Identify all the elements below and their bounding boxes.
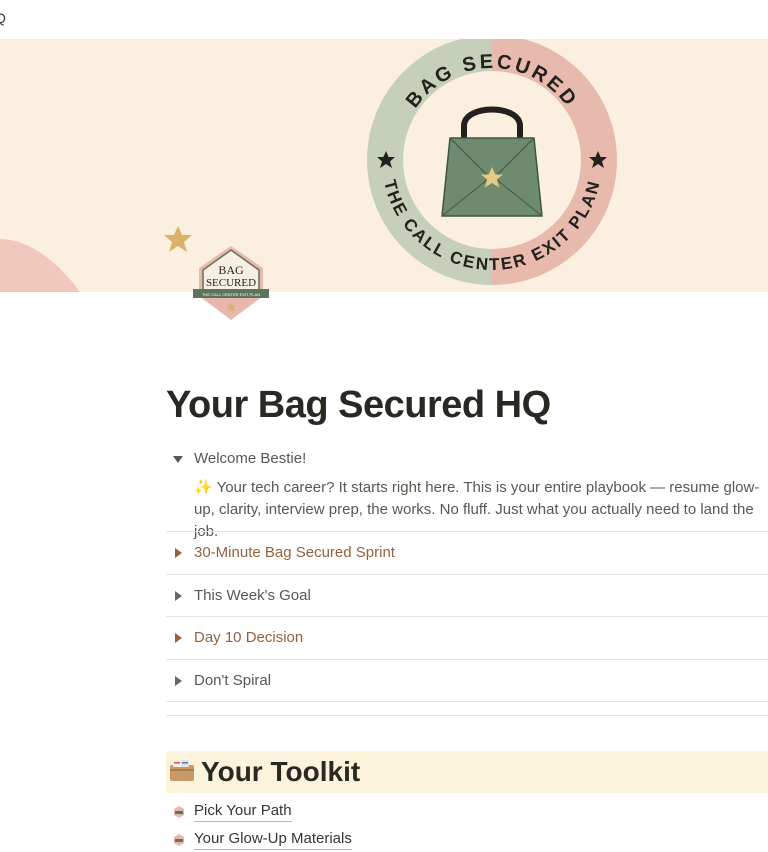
toggle-closed-triangle-icon[interactable] xyxy=(172,585,184,607)
window-top-strip: Q xyxy=(0,0,768,39)
cover-star-icon xyxy=(164,226,192,252)
page-link-icon xyxy=(174,834,184,846)
toggle-weekly-goal[interactable]: This Week's Goal xyxy=(166,585,768,609)
page-link-pick-your-path[interactable]: Pick Your Path xyxy=(166,800,768,824)
toggle-closed-triangle-icon[interactable] xyxy=(172,670,184,692)
divider xyxy=(166,531,768,532)
divider xyxy=(166,715,768,716)
cover-artwork: BAG SECURED THE CALL CENTER EXIT PLAN xyxy=(0,39,617,292)
page-link-glow-up-materials[interactable]: Your Glow-Up Materials xyxy=(166,828,768,852)
cover-image[interactable]: BAG SECURED THE CALL CENTER EXIT PLAN xyxy=(0,39,768,292)
welcome-text: ✨ Your tech career? It starts right here… xyxy=(194,479,760,540)
toggle-open-triangle-icon[interactable] xyxy=(172,448,184,470)
page-icon[interactable]: BAG SECURED THE CALL CENTER EXIT PLAN xyxy=(191,244,271,324)
toggle-weekly-goal-label: This Week's Goal xyxy=(194,587,311,604)
truncated-title-text: Q xyxy=(0,10,6,26)
toggle-dont-spiral[interactable]: Don't Spiral xyxy=(166,670,768,694)
page-link-icon xyxy=(174,806,184,818)
toggle-welcome-label: Welcome Bestie! xyxy=(194,450,307,467)
page-icon-line2: SECURED xyxy=(206,277,256,289)
toolkit-heading: Your Toolkit xyxy=(201,756,361,787)
cover-blob xyxy=(0,239,80,292)
page-icon-line3: THE CALL CENTER EXIT PLAN xyxy=(202,292,260,297)
divider xyxy=(166,616,768,617)
divider xyxy=(166,659,768,660)
divider xyxy=(166,574,768,575)
divider xyxy=(166,701,768,702)
page-icon-line1: BAG xyxy=(218,263,244,277)
toolkit-heading-block[interactable]: Your Toolkit xyxy=(166,751,768,793)
toggle-closed-triangle-icon[interactable] xyxy=(172,542,184,564)
page-link-label[interactable]: Your Glow-Up Materials xyxy=(194,829,352,850)
page-link-label[interactable]: Pick Your Path xyxy=(194,801,292,822)
toggle-dont-spiral-label: Don't Spiral xyxy=(194,672,272,689)
toggle-sprint-label: 30-Minute Bag Secured Sprint xyxy=(194,544,395,561)
page-title[interactable]: Your Bag Secured HQ xyxy=(166,384,551,427)
toggle-welcome[interactable]: Welcome Bestie! xyxy=(166,448,768,472)
toggle-day-10[interactable]: Day 10 Decision xyxy=(166,627,768,651)
toggle-closed-triangle-icon[interactable] xyxy=(172,627,184,649)
toggle-sprint[interactable]: 30-Minute Bag Secured Sprint xyxy=(166,542,768,566)
page-icon-badge-artwork: BAG SECURED THE CALL CENTER EXIT PLAN xyxy=(193,246,269,320)
cover-badge: BAG SECURED THE CALL CENTER EXIT PLAN xyxy=(367,39,617,285)
card-file-box-icon xyxy=(170,760,194,781)
toggle-day-10-label: Day 10 Decision xyxy=(194,629,304,646)
